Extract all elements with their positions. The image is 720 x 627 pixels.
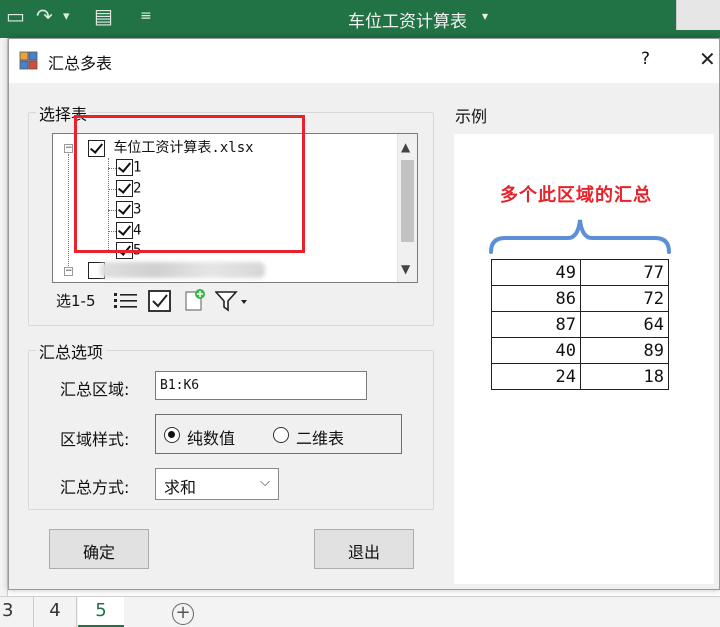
range-input[interactable]: B1:K6: [155, 371, 367, 400]
add-document-icon[interactable]: [183, 288, 207, 312]
style-radio-group: 纯数值 二维表: [155, 414, 402, 454]
style-label: 区域样式:: [60, 430, 130, 449]
sheet-tab-4[interactable]: 4: [33, 597, 77, 627]
method-label: 汇总方式:: [60, 478, 130, 497]
account-area[interactable]: [676, 0, 720, 30]
check-all-icon[interactable]: [148, 290, 172, 312]
chevron-down-icon: ⌵: [260, 475, 270, 490]
table-row: 49 77: [491, 259, 669, 286]
sheet-tab-5[interactable]: 5: [78, 597, 124, 627]
sheet-grid-edge: [0, 38, 8, 598]
brace-icon: [489, 219, 671, 254]
options-label: 汇总选项: [36, 339, 107, 363]
table-row: 86 72: [491, 285, 669, 312]
close-button[interactable]: ✕: [699, 47, 716, 71]
select-range-button[interactable]: 选1-5: [56, 290, 96, 311]
sheet-tab-3[interactable]: 3: [2, 597, 13, 627]
title-caret-icon[interactable]: ▾: [482, 9, 488, 23]
redo-icon[interactable]: ↷: [36, 4, 53, 28]
excel-titlebar: ▭ ↷ ▾ ▤ ≡ 车位工资计算表 ▾: [0, 0, 720, 38]
example-caption: 多个此区域的汇总: [500, 185, 652, 206]
blurred-file-name: [100, 262, 265, 278]
scroll-up-icon[interactable]: ▲: [401, 140, 410, 154]
customize-quick-access-icon[interactable]: ≡: [140, 8, 152, 24]
save-icon[interactable]: ▭: [6, 4, 25, 28]
chevron-down-icon[interactable]: ▾: [63, 9, 70, 24]
workbook-title: 车位工资计算表: [348, 12, 467, 32]
example-table: 49 77 86 72 87 64 40 89 24 18: [491, 259, 669, 390]
table-row: 40 89: [491, 337, 669, 364]
app-icon: [19, 51, 38, 70]
radio-numeric[interactable]: [164, 427, 180, 443]
add-sheet-button[interactable]: +: [172, 603, 194, 625]
method-select[interactable]: 求和 ⌵: [155, 468, 279, 500]
range-label: 汇总区域:: [60, 380, 130, 399]
ok-button[interactable]: 确定: [49, 529, 149, 569]
radio-2d-table[interactable]: [273, 427, 289, 443]
scroll-thumb[interactable]: [401, 160, 414, 242]
help-button[interactable]: ?: [641, 49, 650, 69]
example-label: 示例: [455, 107, 488, 126]
collapse-icon[interactable]: −: [64, 144, 73, 153]
method-select-value: 求和: [164, 478, 197, 497]
radio-numeric-label[interactable]: 纯数值: [187, 425, 235, 449]
sheet-tab-bar: 3 4 5 +: [0, 596, 720, 627]
filter-icon[interactable]: [215, 290, 249, 312]
tree-toolbar: 选1-5: [52, 286, 418, 316]
radio-2d-table-label[interactable]: 二维表: [296, 425, 344, 449]
highlight-annotation: [74, 115, 305, 253]
scroll-down-icon[interactable]: ▼: [401, 262, 410, 276]
table-row: 87 64: [491, 311, 669, 338]
tree-scrollbar[interactable]: ▲ ▼: [397, 134, 417, 282]
print-preview-icon[interactable]: ▤: [94, 4, 113, 28]
list-icon[interactable]: [114, 291, 138, 311]
dialog-titlebar: 汇总多表 ? ✕: [9, 39, 719, 83]
exit-button[interactable]: 退出: [314, 529, 414, 569]
dialog-title: 汇总多表: [48, 54, 113, 73]
expand-icon[interactable]: −: [64, 267, 73, 276]
table-row: 24 18: [491, 363, 669, 390]
